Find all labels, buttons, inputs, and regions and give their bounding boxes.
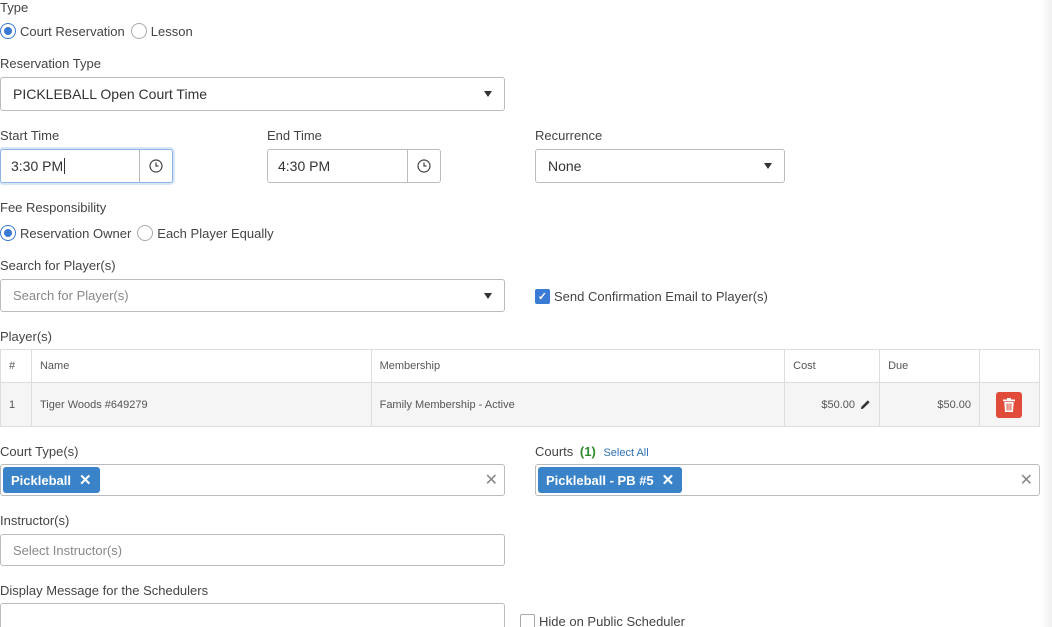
court-types-label: Court Type(s) [0, 444, 79, 459]
edit-pencil-icon[interactable] [860, 399, 871, 410]
court-types-input[interactable]: Pickleball ✕ ✕ [0, 464, 505, 496]
clock-icon [417, 159, 431, 173]
court-type-tag: Pickleball ✕ [3, 467, 100, 493]
hide-public-checkbox[interactable] [520, 614, 535, 627]
court-type-tag-label: Pickleball [11, 472, 71, 488]
end-time-clock-button[interactable] [407, 150, 440, 182]
reservation-owner-label[interactable]: Reservation Owner [20, 226, 131, 241]
column-header-cost: Cost [784, 349, 881, 383]
hide-public-row: Hide on Public Scheduler [520, 614, 685, 627]
player-name: Tiger Woods #649279 [30, 382, 372, 427]
remove-tag-icon[interactable]: ✕ [662, 471, 675, 489]
column-header-name: Name [30, 349, 372, 383]
caret-down-icon [484, 91, 492, 97]
courts-input[interactable]: Pickleball - PB #5 ✕ ✕ [535, 464, 1040, 496]
courts-label: Courts [535, 444, 574, 459]
clear-icon[interactable]: ✕ [1020, 470, 1033, 490]
start-time-input[interactable]: 3:30 PM [0, 149, 173, 183]
send-confirmation-label[interactable]: Send Confirmation Email to Player(s) [554, 289, 768, 304]
instructors-placeholder: Select Instructor(s) [13, 542, 123, 558]
column-header-membership: Membership [370, 349, 786, 383]
type-radio-group: Court Reservation Lesson [0, 23, 199, 39]
recurrence-value: None [548, 158, 582, 174]
court-reservation-radio[interactable] [0, 23, 16, 39]
type-label: Type [0, 0, 29, 15]
panel-edge-shadow [1040, 0, 1052, 627]
send-confirmation-checkbox[interactable]: ✓ [535, 289, 550, 304]
trash-icon [1003, 397, 1016, 412]
court-tag: Pickleball - PB #5 ✕ [538, 467, 683, 493]
select-all-link[interactable]: Select All [603, 447, 648, 459]
player-cost: $50.00 [821, 398, 855, 411]
each-player-equally-radio[interactable] [137, 225, 154, 241]
reservation-type-label: Reservation Type [0, 56, 101, 71]
player-actions-cell [978, 382, 1041, 427]
lesson-label[interactable]: Lesson [151, 24, 193, 39]
end-time-value: 4:30 PM [278, 158, 331, 174]
each-player-equally-label[interactable]: Each Player Equally [157, 226, 273, 241]
text-cursor [64, 158, 66, 174]
fee-responsibility-label: Fee Responsibility [0, 200, 107, 215]
reservation-type-select[interactable]: PICKLEBALL Open Court Time [0, 77, 505, 111]
players-label: Player(s) [0, 329, 53, 344]
search-players-select[interactable]: Search for Player(s) [0, 279, 505, 312]
player-number: 1 [0, 382, 32, 427]
caret-down-icon [484, 292, 492, 299]
courts-label-row: Courts (1) Select All [535, 444, 649, 459]
caret-down-icon [764, 163, 772, 169]
lesson-radio[interactable] [130, 23, 147, 39]
players-table: # Name Membership Cost Due 1 Tiger Woods… [0, 349, 1041, 427]
end-time-input[interactable]: 4:30 PM [267, 149, 441, 183]
start-time-label: Start Time [0, 128, 60, 143]
search-players-label: Search for Player(s) [0, 258, 116, 273]
display-message-label: Display Message for the Schedulers [0, 583, 209, 598]
court-tag-label: Pickleball - PB #5 [546, 472, 654, 488]
display-message-textarea[interactable] [0, 603, 505, 627]
player-due: $50.00 [879, 382, 980, 427]
column-header-due: Due [879, 349, 980, 383]
recurrence-select[interactable]: None [535, 149, 785, 183]
court-reservation-label[interactable]: Court Reservation [20, 24, 125, 39]
end-time-label: End Time [267, 128, 322, 143]
reservation-type-value: PICKLEBALL Open Court Time [13, 86, 208, 102]
courts-count: (1) [579, 444, 596, 459]
table-row: 1 Tiger Woods #649279 Family Membership … [0, 382, 1041, 427]
player-membership: Family Membership - Active [370, 382, 786, 427]
clock-icon [149, 159, 163, 173]
remove-tag-icon[interactable]: ✕ [79, 471, 92, 489]
instructors-label: Instructor(s) [0, 513, 70, 528]
player-cost-cell: $50.00 [784, 382, 881, 427]
column-header-actions [978, 349, 1041, 383]
reservation-owner-radio[interactable] [0, 225, 16, 241]
search-players-placeholder: Search for Player(s) [13, 288, 129, 303]
send-confirmation-row: ✓ Send Confirmation Email to Player(s) [535, 289, 768, 304]
start-time-clock-button[interactable] [139, 150, 172, 182]
fee-radio-group: Reservation Owner Each Player Equally [0, 225, 280, 241]
hide-public-label[interactable]: Hide on Public Scheduler [539, 614, 685, 627]
start-time-value: 3:30 PM [11, 158, 64, 174]
delete-player-button[interactable] [996, 391, 1023, 418]
clear-icon[interactable]: ✕ [485, 470, 498, 490]
recurrence-label: Recurrence [535, 128, 603, 143]
players-table-header: # Name Membership Cost Due [0, 349, 1041, 383]
instructors-input[interactable]: Select Instructor(s) [0, 534, 505, 566]
column-header-number: # [0, 349, 32, 383]
